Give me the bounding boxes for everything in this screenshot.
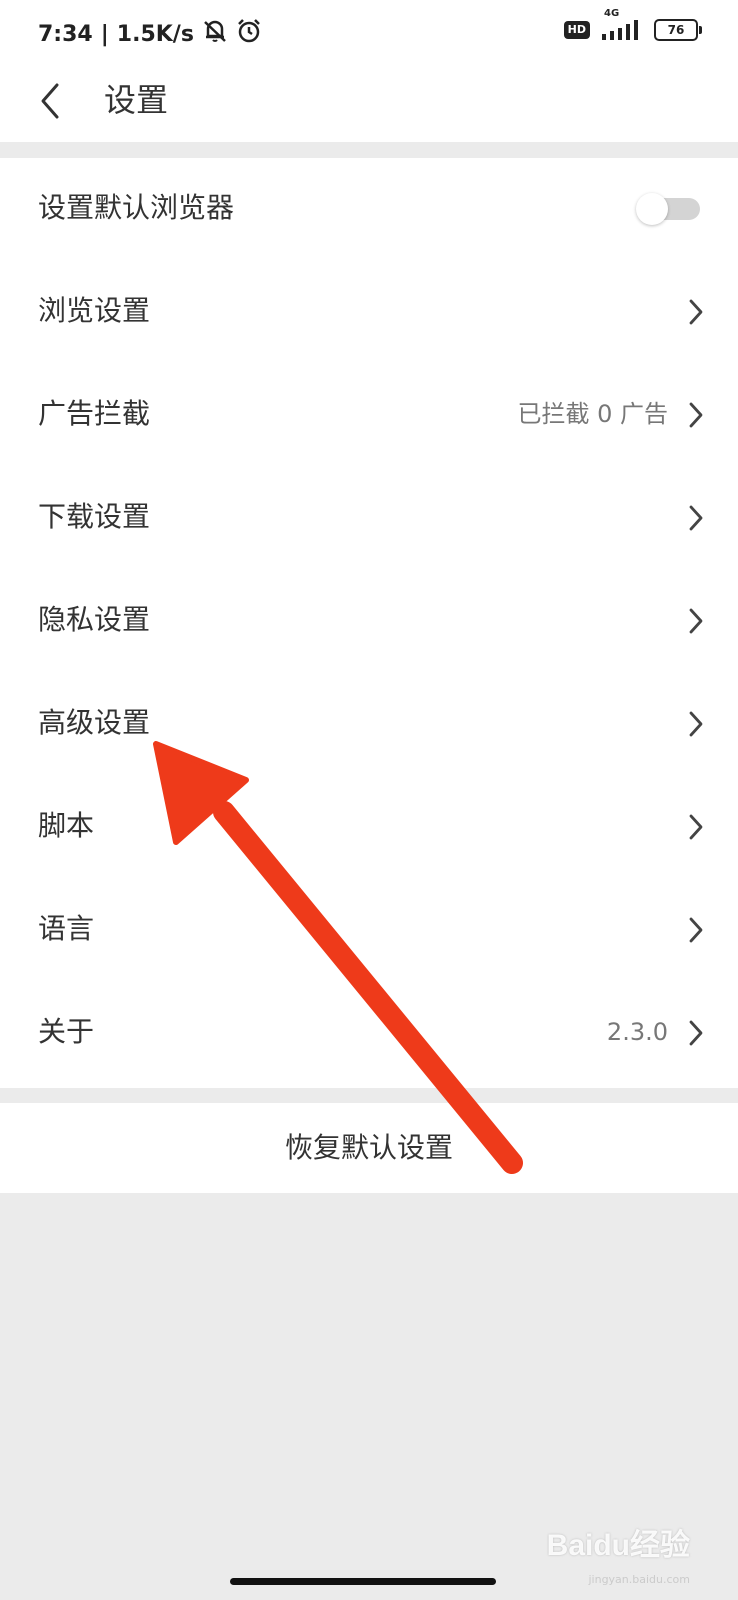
- chevron-right-icon: [689, 814, 703, 840]
- signal-icon: 4G: [600, 8, 644, 42]
- status-left: 7:34 | 1.5K/s: [38, 18, 262, 50]
- settings-item-label: 广告拦截: [38, 397, 151, 430]
- settings-item-label: 语言: [38, 912, 95, 945]
- settings-item-default-browser[interactable]: 设置默认浏览器: [0, 158, 738, 261]
- alarm-icon: [236, 18, 262, 50]
- header: 设置: [0, 64, 738, 142]
- chevron-right-icon: [689, 917, 703, 943]
- settings-item-label: 浏览设置: [38, 294, 151, 327]
- settings-list: 设置默认浏览器 浏览设置 广告拦截 已拦截 0 广告 下载设置 隐私设置 高级设…: [0, 158, 738, 1088]
- network-type: 4G: [604, 8, 620, 19]
- settings-item-label: 设置默认浏览器: [38, 191, 235, 224]
- settings-item-label: 关于: [38, 1015, 95, 1048]
- settings-item-label: 隐私设置: [38, 603, 151, 636]
- bell-muted-icon: [202, 18, 228, 50]
- settings-item-about[interactable]: 关于 2.3.0: [0, 982, 738, 1085]
- settings-item-browse[interactable]: 浏览设置: [0, 261, 738, 364]
- restore-defaults-button[interactable]: 恢复默认设置: [0, 1103, 738, 1193]
- page-title: 设置: [104, 81, 169, 119]
- app-version: 2.3.0: [606, 1018, 668, 1046]
- default-browser-toggle[interactable]: [636, 193, 700, 225]
- settings-item-download[interactable]: 下载设置: [0, 467, 738, 570]
- chevron-right-icon: [689, 711, 703, 737]
- battery-level: 76: [667, 23, 685, 37]
- baidu-watermark-url: jingyan.baidu.com: [588, 1573, 690, 1586]
- status-time: 7:34: [38, 21, 93, 47]
- toggle-knob: [636, 193, 668, 225]
- chevron-left-icon: [41, 83, 59, 119]
- hd-icon: HD: [563, 21, 590, 39]
- settings-item-language[interactable]: 语言: [0, 879, 738, 982]
- chevron-right-icon: [689, 505, 703, 531]
- settings-item-script[interactable]: 脚本: [0, 776, 738, 879]
- settings-item-label: 下载设置: [38, 500, 151, 533]
- status-net-speed: 1.5K/s: [116, 21, 194, 47]
- chevron-right-icon: [689, 402, 703, 428]
- settings-item-label: 脚本: [38, 809, 95, 842]
- chevron-right-icon: [689, 299, 703, 325]
- adblock-count: 已拦截 0 广告: [517, 400, 668, 428]
- settings-item-advanced[interactable]: 高级设置: [0, 673, 738, 776]
- status-separator: |: [100, 21, 109, 47]
- status-bar: 7:34 | 1.5K/s HD 4G 76: [0, 0, 738, 64]
- home-indicator[interactable]: [230, 1578, 496, 1585]
- status-right: HD 4G 76: [563, 8, 702, 42]
- baidu-watermark: Baidu经验: [546, 1529, 690, 1562]
- settings-item-privacy[interactable]: 隐私设置: [0, 570, 738, 673]
- restore-defaults-label: 恢复默认设置: [284, 1131, 453, 1164]
- settings-item-adblock[interactable]: 广告拦截 已拦截 0 广告: [0, 364, 738, 467]
- back-button[interactable]: [28, 76, 72, 126]
- chevron-right-icon: [689, 608, 703, 634]
- battery-icon: 76: [654, 19, 702, 41]
- chevron-right-icon: [689, 1020, 703, 1046]
- settings-item-label: 高级设置: [38, 706, 151, 739]
